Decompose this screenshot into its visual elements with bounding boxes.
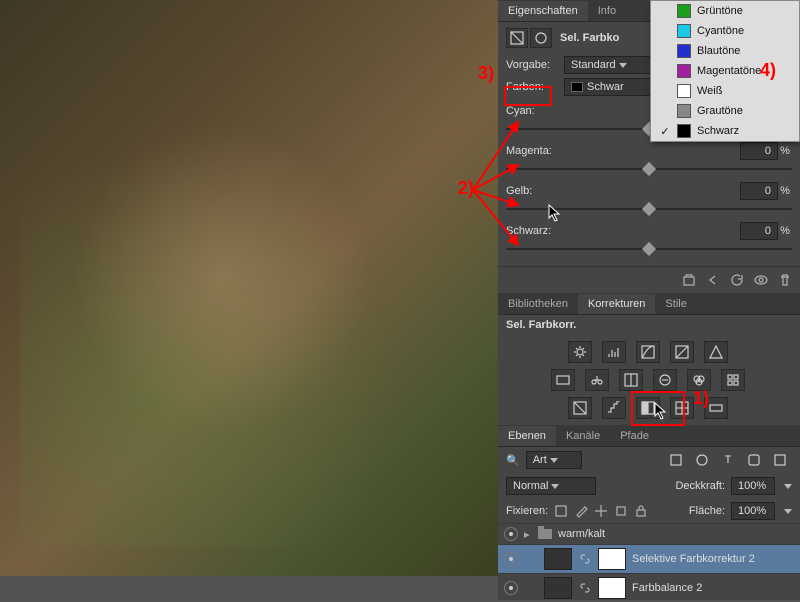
adjustment-thumb: [544, 548, 572, 570]
layer-group[interactable]: ▸ warm/kalt: [498, 523, 800, 544]
invert-icon[interactable]: [568, 397, 592, 419]
mask-thumb[interactable]: [598, 577, 626, 599]
gradientmap-icon[interactable]: [704, 397, 728, 419]
colorlookup-icon[interactable]: [721, 369, 745, 391]
clip-icon[interactable]: [682, 273, 696, 287]
mask-icon[interactable]: [530, 28, 552, 48]
opacity-label: Deckkraft:: [675, 480, 725, 492]
tab-korrekturen[interactable]: Korrekturen: [578, 294, 655, 314]
preset-label: Vorgabe:: [506, 59, 558, 71]
photofilter-icon[interactable]: [653, 369, 677, 391]
magenta-slider[interactable]: [506, 162, 792, 176]
filter-adjust-icon[interactable]: [692, 451, 712, 469]
dropdown-option[interactable]: Magentatöne: [651, 61, 799, 81]
layer-name[interactable]: Farbbalance 2: [632, 582, 702, 594]
tab-stile[interactable]: Stile: [655, 294, 696, 314]
reset-icon[interactable]: [730, 273, 744, 287]
filter-type-dropdown[interactable]: Art: [526, 451, 582, 469]
folder-icon: [538, 529, 552, 539]
bw-icon[interactable]: [619, 369, 643, 391]
schwarz-value[interactable]: 0: [740, 222, 778, 240]
layers-panel: Ebenen Kanäle Pfade 🔍 Art T Normal Deckk…: [498, 425, 800, 602]
lock-artboard-icon[interactable]: [614, 504, 628, 518]
image-canvas[interactable]: [0, 0, 498, 576]
tab-ebenen[interactable]: Ebenen: [498, 426, 556, 446]
filter-type-icon[interactable]: T: [718, 451, 738, 469]
gelb-value[interactable]: 0: [740, 182, 778, 200]
lock-label: Fixieren:: [506, 505, 548, 517]
levels-icon[interactable]: [602, 341, 626, 363]
corrections-label: Sel. Farbkorr.: [498, 315, 800, 335]
dropdown-option[interactable]: Weiß: [651, 81, 799, 101]
opacity-value[interactable]: 100%: [731, 477, 775, 495]
fill-value[interactable]: 100%: [731, 502, 775, 520]
vibrance-icon[interactable]: [704, 341, 728, 363]
fill-scrub-icon[interactable]: [784, 509, 792, 514]
magenta-value[interactable]: 0: [740, 142, 778, 160]
adjustment-type-icon: [506, 28, 528, 48]
layer-name[interactable]: warm/kalt: [558, 528, 605, 540]
properties-title: Sel. Farbko: [560, 32, 619, 44]
brightness-icon[interactable]: [568, 341, 592, 363]
layer-row[interactable]: Farbbalance 2: [498, 573, 800, 602]
link-icon[interactable]: [578, 581, 592, 595]
filter-pixel-icon[interactable]: [666, 451, 686, 469]
colors-label: Farben:: [506, 81, 558, 93]
dropdown-option[interactable]: Cyantöne: [651, 21, 799, 41]
lock-all-icon[interactable]: [634, 504, 648, 518]
dropdown-option[interactable]: Grautöne: [651, 101, 799, 121]
lock-move-icon[interactable]: [594, 504, 608, 518]
filter-search-icon[interactable]: 🔍: [506, 454, 520, 467]
gelb-label: Gelb:: [506, 185, 740, 197]
hue-icon[interactable]: [551, 369, 575, 391]
tab-kanaele[interactable]: Kanäle: [556, 426, 610, 446]
mask-thumb[interactable]: [598, 548, 626, 570]
exposure-icon[interactable]: [670, 341, 694, 363]
curves-icon[interactable]: [636, 341, 660, 363]
posterize-icon[interactable]: [602, 397, 626, 419]
visibility-toggle[interactable]: [504, 581, 518, 595]
fill-label: Fläche:: [689, 505, 725, 517]
lock-transparent-icon[interactable]: [554, 504, 568, 518]
opacity-scrub-icon[interactable]: [784, 484, 792, 489]
mouse-cursor: [548, 204, 562, 222]
adjustment-thumb: [544, 577, 572, 599]
channelmixer-icon[interactable]: [687, 369, 711, 391]
filter-smart-icon[interactable]: [770, 451, 790, 469]
link-icon[interactable]: [578, 552, 592, 566]
blend-mode-dropdown[interactable]: Normal: [506, 477, 596, 495]
tab-pfade[interactable]: Pfade: [610, 426, 659, 446]
schwarz-slider[interactable]: [506, 242, 792, 256]
dropdown-option[interactable]: Grüntöne: [651, 1, 799, 21]
corrections-panel: Bibliotheken Korrekturen Stile Sel. Farb…: [498, 293, 800, 419]
visibility-toggle[interactable]: [504, 527, 518, 541]
dropdown-option[interactable]: Blautöne: [651, 41, 799, 61]
lock-paint-icon[interactable]: [574, 504, 588, 518]
schwarz-label: Schwarz:: [506, 225, 740, 237]
selectivecolor-icon[interactable]: [670, 397, 694, 419]
visibility-icon[interactable]: [754, 273, 768, 287]
layer-name[interactable]: Selektive Farbkorrektur 2: [632, 553, 755, 565]
tab-eigenschaften[interactable]: Eigenschaften: [498, 1, 588, 21]
dropdown-option[interactable]: ✓Schwarz: [651, 121, 799, 141]
mouse-cursor: [654, 402, 668, 420]
colors-dropdown-menu[interactable]: Grüntöne Cyantöne Blautöne Magentatöne W…: [650, 0, 800, 142]
tab-info[interactable]: Info: [588, 1, 626, 21]
magenta-label: Magenta:: [506, 145, 740, 157]
filter-shape-icon[interactable]: [744, 451, 764, 469]
colorbalance-icon[interactable]: [585, 369, 609, 391]
prev-state-icon[interactable]: [706, 273, 720, 287]
visibility-toggle[interactable]: [504, 552, 518, 566]
layer-row[interactable]: Selektive Farbkorrektur 2: [498, 544, 800, 573]
tab-bibliotheken[interactable]: Bibliotheken: [498, 294, 578, 314]
trash-icon[interactable]: [778, 273, 792, 287]
